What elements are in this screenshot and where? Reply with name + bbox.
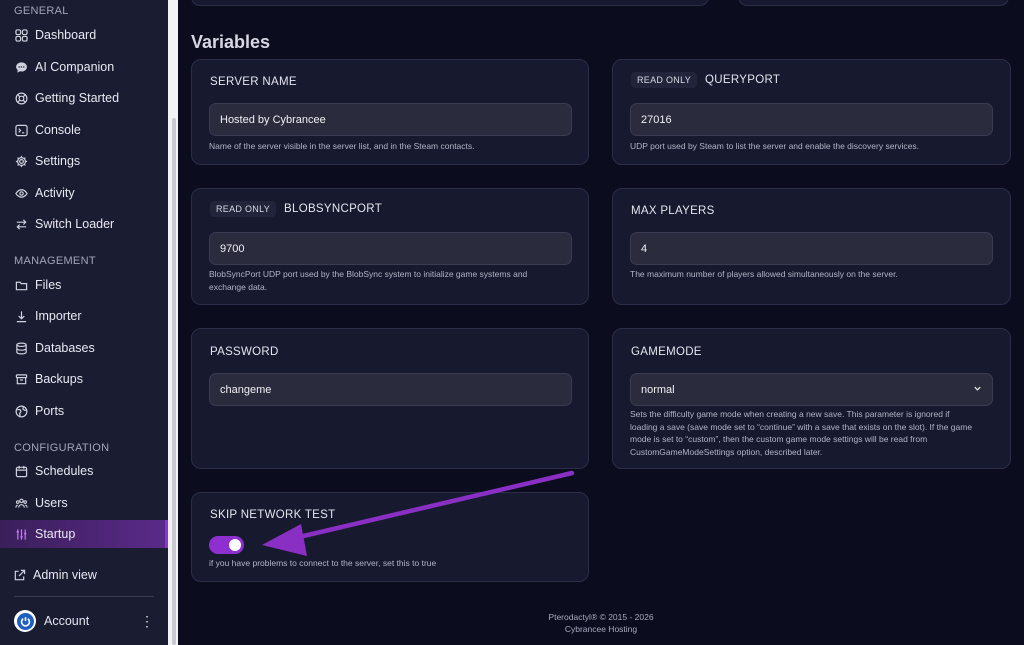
annotation-arrow [262,470,575,556]
footer-copyright: Pterodactyl® © 2015 - 2026 [548,612,654,622]
footer-company: Cybrancee Hosting [564,624,638,634]
